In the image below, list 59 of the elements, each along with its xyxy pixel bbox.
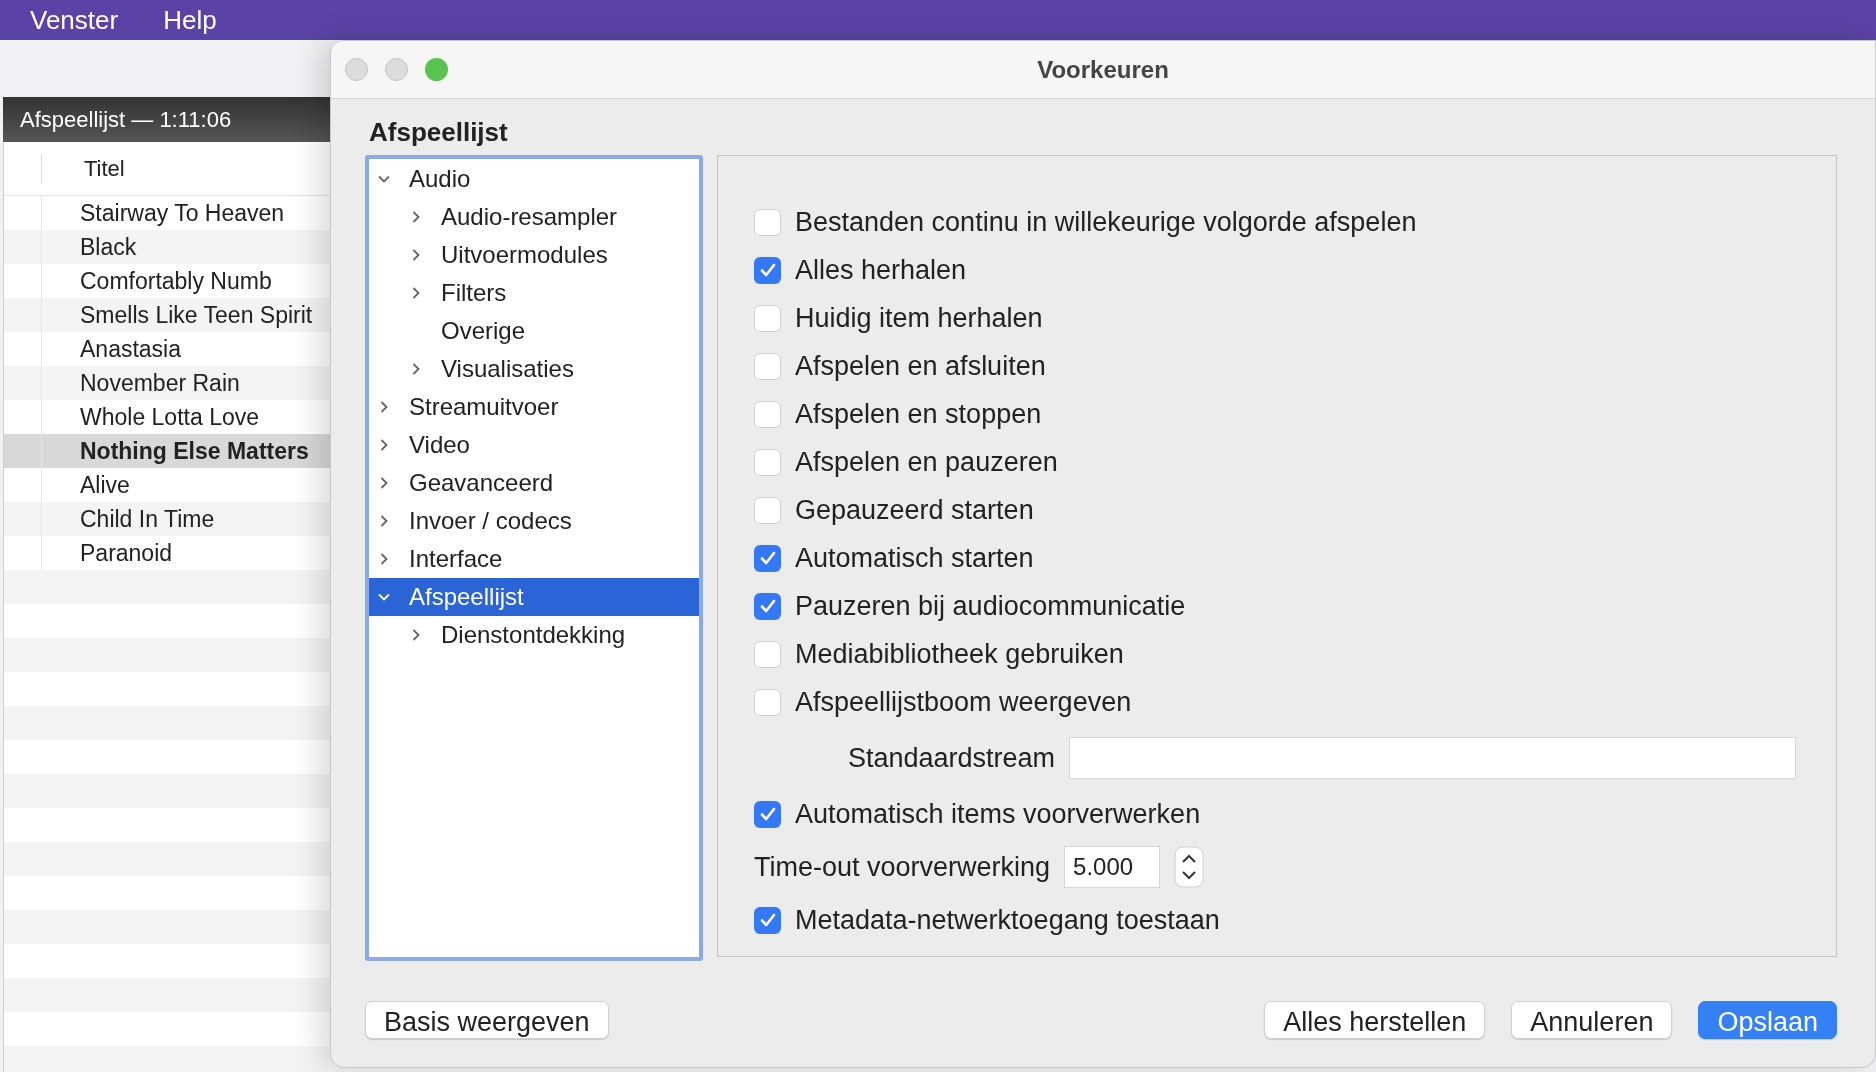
- checkbox-label: Afspelen en pauzeren: [795, 445, 1058, 479]
- stepper-icon[interactable]: [1174, 846, 1205, 888]
- checkbox-label: Bestanden continu in willekeurige volgorde afspelen: [795, 205, 1417, 239]
- tree-item[interactable]: Geavanceerd: [369, 464, 699, 502]
- checkbox[interactable]: [754, 256, 781, 284]
- checkbox-label: Afspeellijstboom weergeven: [795, 685, 1132, 719]
- checkbox-label: Alles herhalen: [795, 253, 967, 287]
- tree-item[interactable]: Filters: [369, 274, 699, 312]
- tree-item[interactable]: Visualisaties: [369, 350, 699, 388]
- field-label: Time-out voorverwerking: [754, 850, 1051, 884]
- checkbox[interactable]: [754, 496, 781, 524]
- tree-item[interactable]: Uitvoermodules: [369, 236, 699, 274]
- checkmark-icon: [758, 549, 777, 567]
- checkbox[interactable]: [754, 304, 781, 332]
- menu-item[interactable]: Venster: [30, 0, 119, 40]
- checkbox-label: Mediabibliotheek gebruiken: [795, 637, 1124, 671]
- tree-item[interactable]: Audio: [369, 160, 699, 198]
- dialog-button[interactable]: Basis weergeven: [365, 1001, 609, 1039]
- checkbox-label: Afspelen en afsluiten: [795, 349, 1046, 383]
- window-title: Voorkeuren: [1037, 54, 1169, 85]
- tree-item[interactable]: Interface: [369, 540, 699, 578]
- checkbox[interactable]: [754, 208, 781, 236]
- checkbox-label: Gepauzeerd starten: [795, 493, 1034, 527]
- checkbox[interactable]: [754, 400, 781, 428]
- tree-item[interactable]: Audio-resampler: [369, 198, 699, 236]
- checkbox-label: Pauzeren bij audiocommunicatie: [795, 589, 1186, 623]
- checkbox-label: Automatisch items voorverwerken: [795, 797, 1201, 831]
- dialog-button[interactable]: Opslaan: [1698, 1001, 1837, 1039]
- checkbox[interactable]: [754, 352, 781, 380]
- section-heading: Afspeellijst: [368, 116, 509, 149]
- checkbox[interactable]: [754, 640, 781, 668]
- checkmark-icon: [758, 597, 777, 615]
- checkbox-label: Automatisch starten: [795, 541, 1034, 575]
- zoom-button[interactable]: [425, 58, 448, 81]
- checkbox[interactable]: [754, 448, 781, 476]
- checkmark-icon: [758, 911, 777, 929]
- checkbox[interactable]: [754, 544, 781, 572]
- checkbox-label: Afspelen en stoppen: [795, 397, 1042, 431]
- checkbox-label: Huidig item herhalen: [795, 301, 1043, 335]
- tree-item[interactable]: Streamuitvoer: [369, 388, 699, 426]
- checkbox[interactable]: [754, 688, 781, 716]
- checkbox[interactable]: [754, 800, 781, 828]
- dialog-button[interactable]: Annuleren: [1511, 1001, 1673, 1039]
- tree-item[interactable]: Afspeellijst: [369, 578, 699, 616]
- field-label: Standaardstream: [848, 741, 1056, 775]
- dialog-button[interactable]: Alles herstellen: [1264, 1001, 1486, 1039]
- tree-item[interactable]: Overige: [369, 312, 699, 350]
- menu-item[interactable]: Help: [163, 0, 217, 40]
- input-field[interactable]: [1069, 737, 1796, 779]
- checkmark-icon: [758, 805, 777, 823]
- tree-item[interactable]: Video: [369, 426, 699, 464]
- number-field[interactable]: 5.000: [1064, 846, 1161, 888]
- checkmark-icon: [758, 261, 777, 279]
- tree-item[interactable]: Dienstontdekking: [369, 616, 699, 654]
- checkbox[interactable]: [754, 906, 781, 934]
- column-header[interactable]: Titel: [42, 152, 125, 185]
- checkbox[interactable]: [754, 592, 781, 620]
- tree-item[interactable]: Invoer / codecs: [369, 502, 699, 540]
- checkbox-label: Metadata-netwerktoegang toestaan: [795, 903, 1220, 937]
